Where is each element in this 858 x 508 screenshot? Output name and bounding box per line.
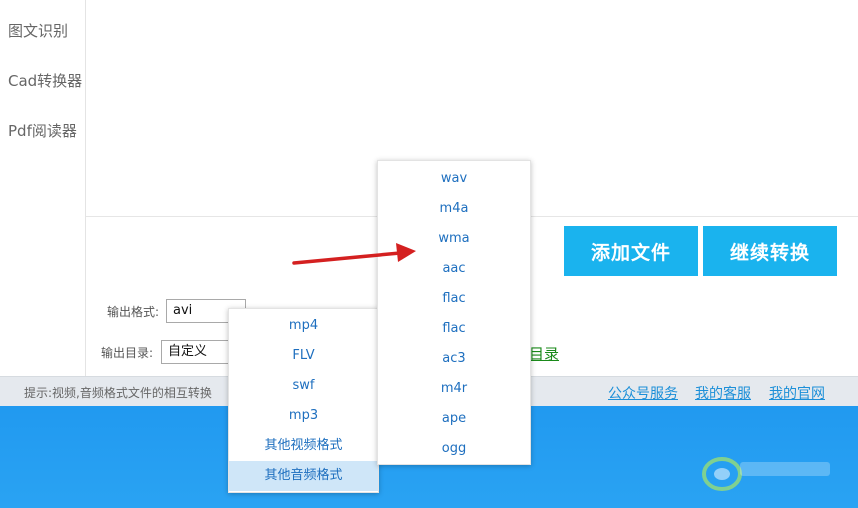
format-option-flv[interactable]: FLV <box>229 341 378 371</box>
output-dir-value: 自定义 <box>168 344 208 359</box>
sidebar: 图文识别 Cad转换器 Pdf阅读器 <box>0 0 86 376</box>
link-official-website[interactable]: 我的官网 <box>769 383 825 403</box>
audio-format-submenu: wav m4a wma aac flac flac ac3 m4r ape og… <box>377 160 531 465</box>
open-directory-link[interactable]: 目录 <box>529 343 559 364</box>
link-official-account-service[interactable]: 公众号服务 <box>608 383 678 403</box>
audio-option-wav[interactable]: wav <box>378 164 530 194</box>
format-option-other-audio[interactable]: 其他音频格式 <box>229 461 378 491</box>
format-option-mp3[interactable]: mp3 <box>229 401 378 431</box>
sidebar-item-pdf-reader[interactable]: Pdf阅读器 <box>8 120 77 141</box>
add-file-button[interactable]: 添加文件 <box>564 226 698 276</box>
sidebar-item-cad-converter[interactable]: Cad转换器 <box>8 70 82 91</box>
audio-option-flac[interactable]: flac <box>378 284 530 314</box>
link-my-support[interactable]: 我的客服 <box>695 383 751 403</box>
continue-convert-button[interactable]: 继续转换 <box>703 226 837 276</box>
sidebar-item-ocr[interactable]: 图文识别 <box>8 20 68 41</box>
audio-option-ac3[interactable]: ac3 <box>378 344 530 374</box>
annotation-arrow-icon <box>292 243 416 265</box>
output-dir-label: 输出目录: <box>101 346 154 360</box>
audio-option-m4a[interactable]: m4a <box>378 194 530 224</box>
watermark-logo-icon <box>702 457 830 491</box>
output-dir-select[interactable]: 自定义 <box>161 340 231 364</box>
audio-option-ogg[interactable]: ogg <box>378 434 530 464</box>
status-hint: 提示:视频,音频格式文件的相互转换 <box>24 386 212 400</box>
audio-option-m4r[interactable]: m4r <box>378 374 530 404</box>
audio-option-flac-2[interactable]: flac <box>378 314 530 344</box>
format-option-mp4[interactable]: mp4 <box>229 311 378 341</box>
format-dropdown-menu: mp4 FLV swf mp3 其他视频格式 其他音频格式 <box>228 308 379 493</box>
format-option-swf[interactable]: swf <box>229 371 378 401</box>
output-format-label: 输出格式: <box>107 305 160 319</box>
audio-option-ape[interactable]: ape <box>378 404 530 434</box>
format-option-other-video[interactable]: 其他视频格式 <box>229 431 378 461</box>
output-format-value: avi <box>173 303 193 318</box>
